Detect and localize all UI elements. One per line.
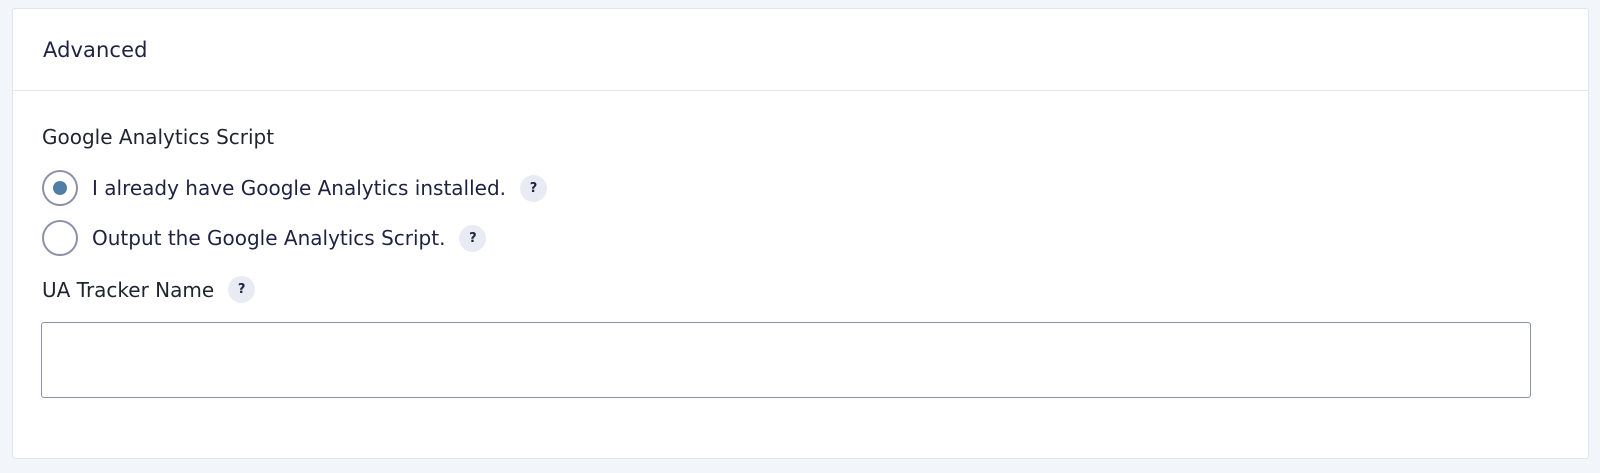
google-analytics-script-label: Google Analytics Script (42, 125, 275, 149)
ua-tracker-name-label-text: UA Tracker Name (42, 277, 215, 302)
question-mark-icon[interactable]: ? (228, 276, 256, 303)
radio-option-already-installed[interactable]: I already have Google Analytics installe… (42, 170, 548, 206)
radio-selected-dot (53, 181, 67, 195)
panel-header: Advanced (13, 9, 1588, 91)
radio-label-output-script: Output the Google Analytics Script. (92, 226, 446, 250)
ua-tracker-name-label: UA Tracker Name ? (42, 276, 256, 303)
panel-title: Advanced (43, 37, 148, 62)
radio-label-already-installed: I already have Google Analytics installe… (92, 176, 507, 200)
question-mark-icon[interactable]: ? (520, 174, 548, 202)
advanced-settings-panel: Advanced Google Analytics Script I alrea… (12, 8, 1589, 459)
radio-option-output-script[interactable]: Output the Google Analytics Script. ? (42, 220, 487, 256)
radio-button-already-installed[interactable] (42, 170, 78, 206)
radio-button-output-script[interactable] (42, 220, 78, 256)
question-mark-icon[interactable]: ? (459, 224, 487, 252)
ua-tracker-name-input[interactable] (41, 322, 1531, 398)
